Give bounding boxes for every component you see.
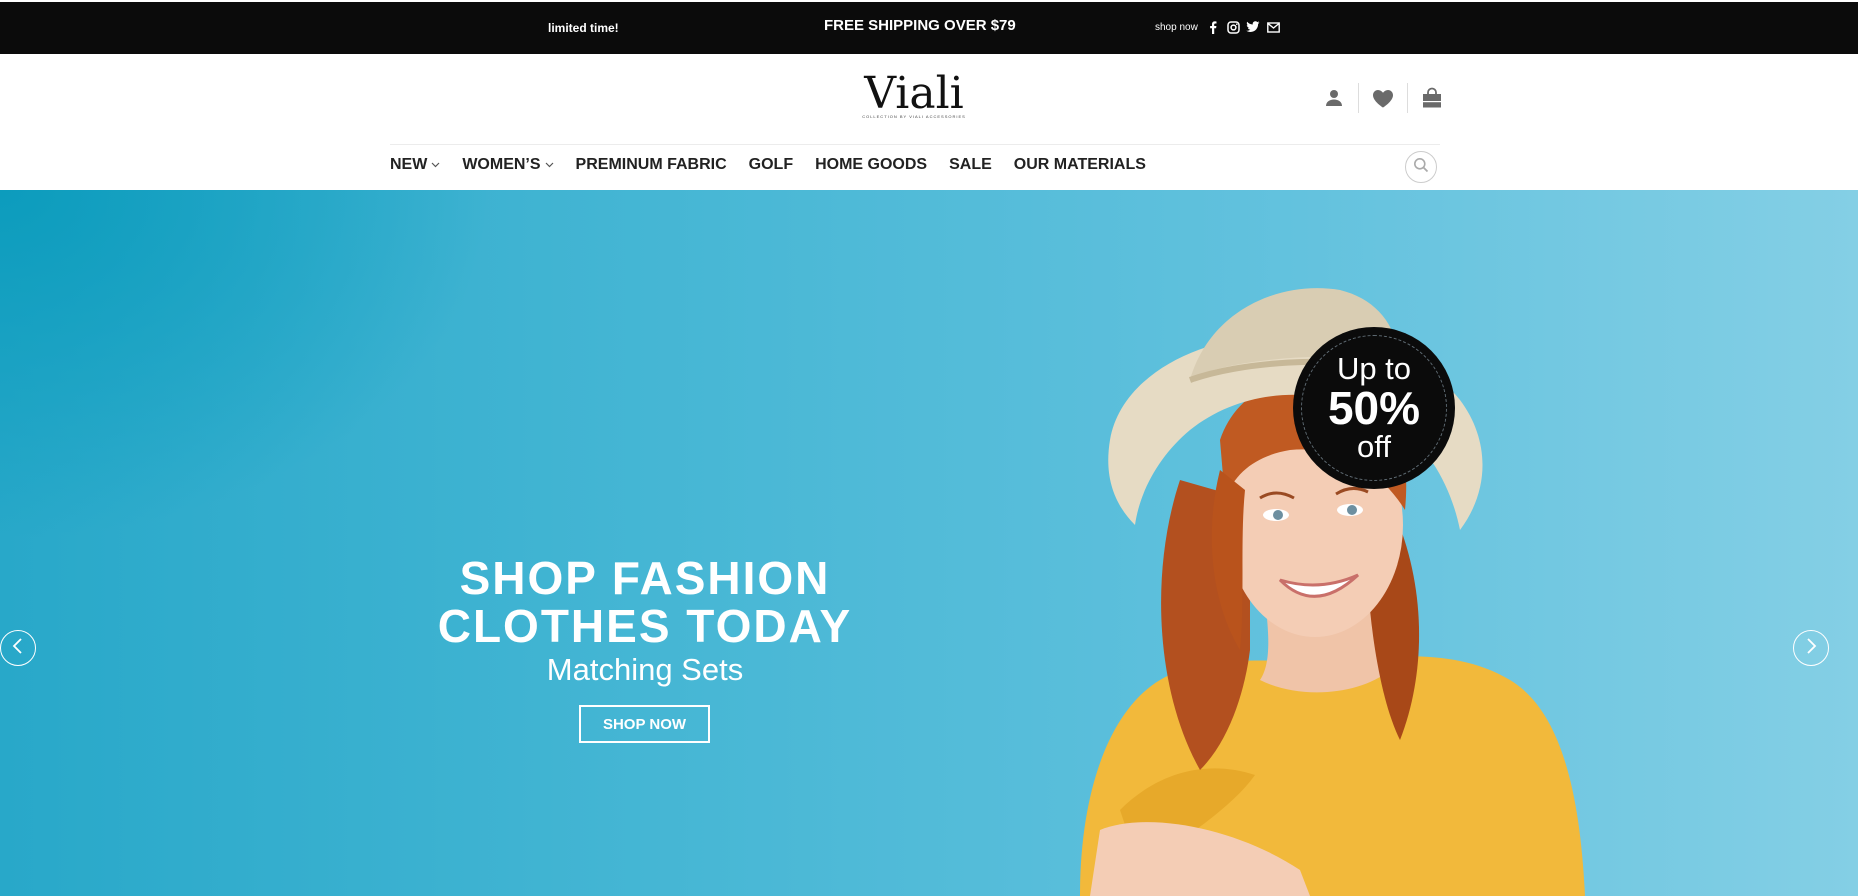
free-shipping-text: FREE SHIPPING OVER $79 <box>824 17 1016 34</box>
nav-item-label: WOMEN’S <box>462 156 541 173</box>
chevron-right-icon <box>1805 637 1817 659</box>
nav-item-sale[interactable]: SALE <box>949 156 992 174</box>
search-button[interactable] <box>1405 151 1437 183</box>
nav-menu: NEW WOMEN’S PREMINUM FABRIC GOLF HOME GO… <box>390 156 1146 174</box>
limited-time-text: limited time! <box>548 21 619 35</box>
facebook-icon[interactable] <box>1206 20 1220 34</box>
hero-headline: SHOP FASHION CLOTHES TODAY <box>420 554 870 650</box>
twitter-icon[interactable] <box>1246 20 1260 34</box>
instagram-icon[interactable] <box>1226 20 1240 34</box>
chevron-down-icon <box>545 162 554 168</box>
shopping-bag-icon[interactable] <box>1408 82 1456 114</box>
discount-badge: Up to 50% off <box>1293 327 1455 489</box>
slider-prev-button[interactable] <box>0 630 36 666</box>
chevron-down-icon <box>431 162 440 168</box>
social-links <box>1206 20 1280 34</box>
slider-next-button[interactable] <box>1793 630 1829 666</box>
envelope-icon[interactable] <box>1266 20 1280 34</box>
nav-item-our-materials[interactable]: OUR MATERIALS <box>1014 156 1146 174</box>
header-actions <box>1310 82 1456 114</box>
nav-item-label: PREMINUM FABRIC <box>575 156 727 173</box>
nav-item-label: HOME GOODS <box>815 156 928 173</box>
nav-item-golf[interactable]: GOLF <box>749 156 793 174</box>
badge-ring <box>1301 335 1447 481</box>
site-header: Viali COLLECTION BY VIALI ACCESSORIES <box>0 54 1858 144</box>
logo-wordmark: Viali <box>864 68 964 119</box>
nav-item-womens[interactable]: WOMEN’S <box>462 156 553 174</box>
chevron-left-icon <box>12 637 24 659</box>
search-icon <box>1413 157 1429 178</box>
nav-item-label: NEW <box>390 156 428 173</box>
nav-item-home-goods[interactable]: HOME GOODS <box>815 156 927 174</box>
hero-subheadline: Matching Sets <box>546 652 744 687</box>
nav-item-label: OUR MATERIALS <box>1013 156 1146 173</box>
logo-tagline: COLLECTION BY VIALI ACCESSORIES <box>862 114 966 119</box>
site-logo[interactable]: Viali COLLECTION BY VIALI ACCESSORIES <box>862 68 966 120</box>
hero-slider: SHOP FASHION CLOTHES TODAY Matching Sets… <box>0 190 1858 896</box>
nav-item-label: GOLF <box>748 156 794 173</box>
hero-headline-line1: SHOP FASHION <box>459 552 831 604</box>
nav-divider <box>390 144 1440 145</box>
shop-now-link[interactable]: shop now <box>1155 22 1198 33</box>
heart-icon[interactable] <box>1359 82 1407 114</box>
user-icon[interactable] <box>1310 82 1358 114</box>
nav-item-label: SALE <box>949 156 992 173</box>
announcement-bar: limited time! FREE SHIPPING OVER $79 sho… <box>0 0 1858 54</box>
shop-now-button[interactable]: SHOP NOW <box>579 705 710 743</box>
hero-headline-line2: CLOTHES TODAY <box>437 600 853 652</box>
nav-item-preminum-fabric[interactable]: PREMINUM FABRIC <box>576 156 727 174</box>
main-navigation: NEW WOMEN’S PREMINUM FABRIC GOLF HOME GO… <box>0 144 1858 190</box>
nav-item-new[interactable]: NEW <box>390 156 440 174</box>
